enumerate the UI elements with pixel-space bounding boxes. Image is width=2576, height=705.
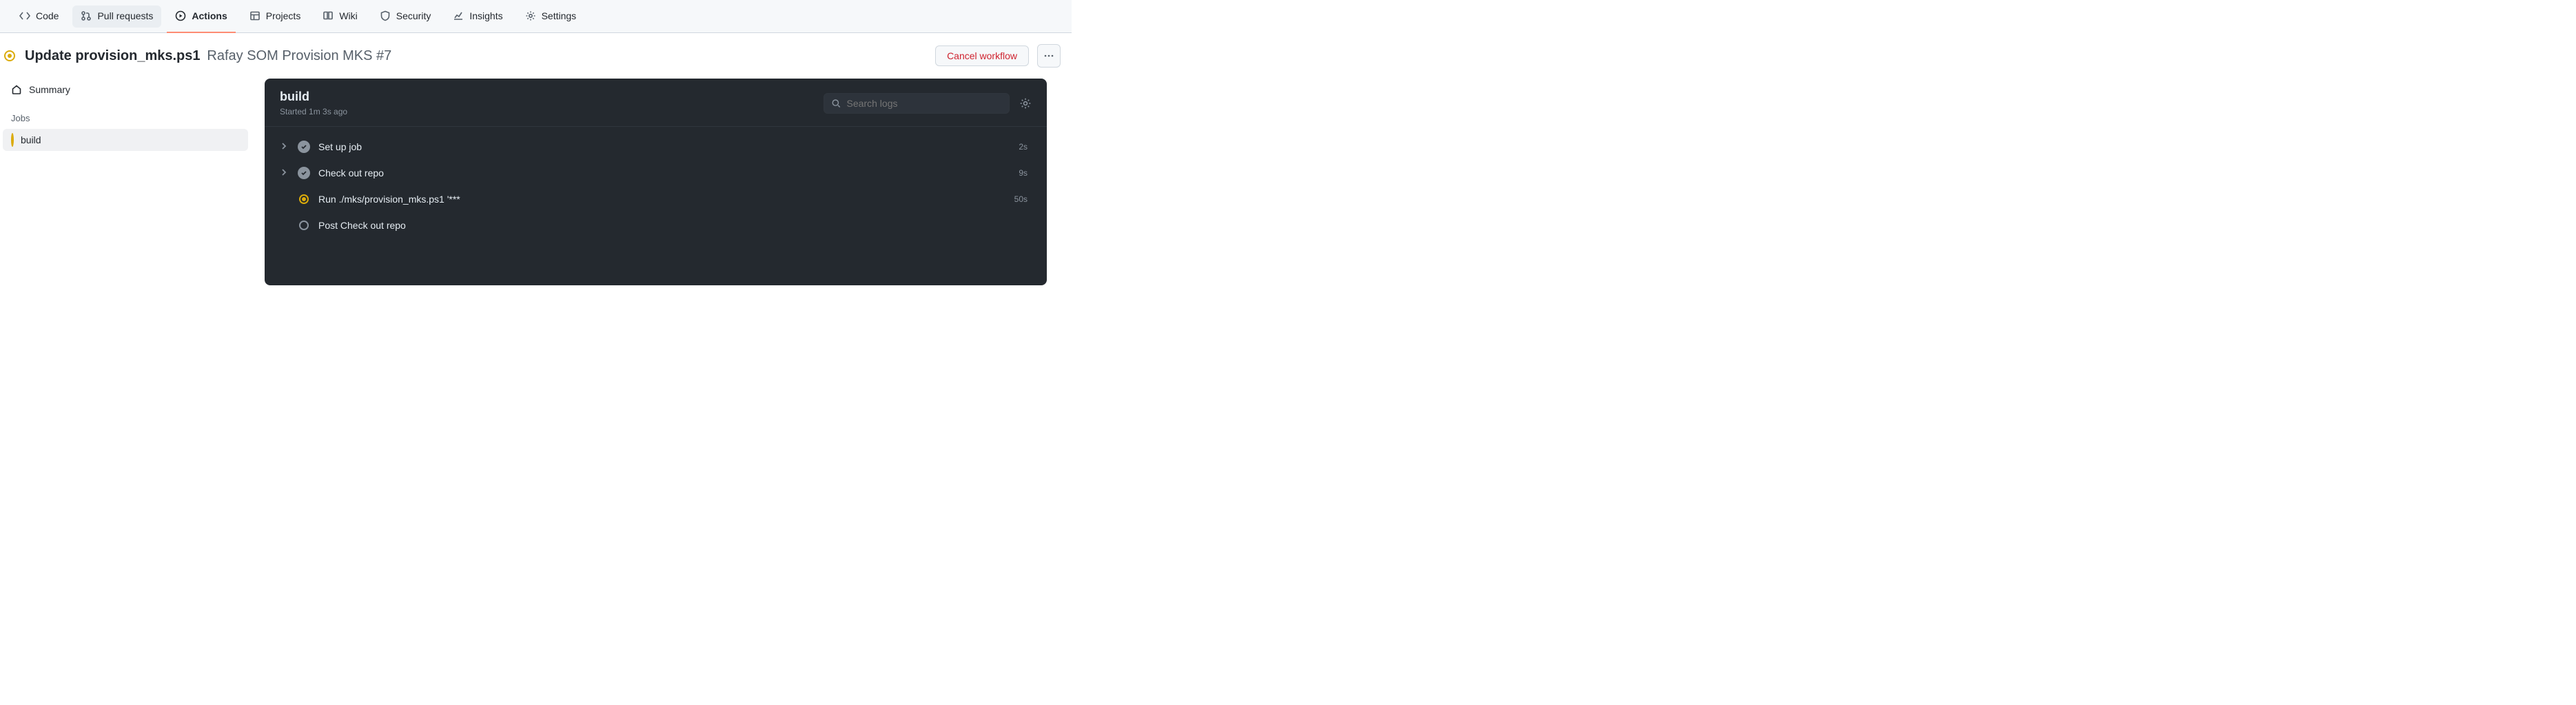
job-step[interactable]: Set up job 2s <box>265 134 1047 160</box>
run-workflow-name: Rafay SOM Provision MKS #7 <box>207 48 391 63</box>
code-icon <box>19 10 30 21</box>
run-title: Update provision_mks.ps1 <box>25 48 201 63</box>
job-panel: build Started 1m 3s ago Set up job 2s Chec… <box>265 79 1047 285</box>
log-search-input[interactable] <box>847 98 1002 109</box>
kebab-horizontal-icon <box>1043 50 1054 61</box>
tab-label: Code <box>36 10 59 21</box>
table-icon <box>249 10 260 21</box>
tab-settings[interactable]: Settings <box>517 0 585 33</box>
cancel-workflow-button[interactable]: Cancel workflow <box>935 45 1029 66</box>
tab-label: Pull requests <box>97 10 153 21</box>
chevron-right-icon <box>280 167 289 178</box>
sidebar-jobs-label: Jobs <box>3 101 248 129</box>
home-icon <box>11 84 22 95</box>
run-title-group: Update provision_mks.ps1 Rafay SOM Provi… <box>25 48 391 64</box>
job-steps-list: Set up job 2s Check out repo 9s Run ./mks/pr… <box>265 127 1047 256</box>
search-icon <box>831 98 841 109</box>
tab-label: Wiki <box>339 10 357 21</box>
tab-label: Projects <box>266 10 301 21</box>
step-duration: 9s <box>1019 168 1032 178</box>
step-label: Post Check out repo <box>318 220 1019 231</box>
job-name: build <box>280 90 347 104</box>
chevron-right-icon <box>280 141 289 152</box>
run-status-inprogress-icon <box>3 49 17 63</box>
tab-label: Actions <box>192 10 227 21</box>
gear-icon <box>525 10 536 21</box>
job-settings-button[interactable] <box>1019 97 1032 110</box>
tab-actions[interactable]: Actions <box>167 0 235 33</box>
step-duration: 50s <box>1014 194 1032 204</box>
in-progress-icon <box>298 193 310 205</box>
repo-nav: Code Pull requests Actions Projects Wiki… <box>0 0 1072 33</box>
gear-icon <box>1019 97 1032 110</box>
job-step[interactable]: Check out repo 9s <box>265 160 1047 186</box>
job-panel-header: build Started 1m 3s ago <box>265 79 1047 127</box>
tab-label: Security <box>396 10 431 21</box>
play-circle-icon <box>175 10 186 21</box>
tab-projects[interactable]: Projects <box>241 0 309 33</box>
tab-wiki[interactable]: Wiki <box>314 0 365 33</box>
check-circle-icon <box>298 167 310 179</box>
tab-pull-requests[interactable]: Pull requests <box>72 6 161 28</box>
log-search[interactable] <box>824 93 1010 114</box>
graph-icon <box>453 10 464 21</box>
tab-code[interactable]: Code <box>11 0 67 33</box>
sidebar-job-name: build <box>21 134 41 145</box>
step-label: Set up job <box>318 141 1010 152</box>
job-step[interactable]: Run ./mks/provision_mks.ps1 '*** 50s <box>265 186 1047 212</box>
tab-security[interactable]: Security <box>371 0 440 33</box>
run-header: Update provision_mks.ps1 Rafay SOM Provi… <box>0 33 1072 79</box>
sidebar-summary-link[interactable]: Summary <box>3 79 248 101</box>
tab-label: Settings <box>542 10 577 21</box>
git-pull-request-icon <box>81 10 92 21</box>
job-status-inprogress-icon <box>11 134 14 145</box>
check-circle-icon <box>298 141 310 153</box>
shield-icon <box>380 10 391 21</box>
job-started: Started 1m 3s ago <box>280 107 347 116</box>
tab-insights[interactable]: Insights <box>444 0 511 33</box>
tab-label: Insights <box>469 10 502 21</box>
step-label: Run ./mks/provision_mks.ps1 '*** <box>318 194 1006 205</box>
step-label: Check out repo <box>318 167 1010 178</box>
step-duration: 2s <box>1019 142 1032 152</box>
pending-icon <box>298 219 310 232</box>
run-sidebar: Summary Jobs build <box>0 79 248 151</box>
job-step[interactable]: Post Check out repo <box>265 212 1047 238</box>
sidebar-summary-label: Summary <box>29 84 70 95</box>
sidebar-job-item[interactable]: build <box>3 129 248 151</box>
book-icon <box>323 10 334 21</box>
run-options-button[interactable] <box>1037 44 1061 68</box>
